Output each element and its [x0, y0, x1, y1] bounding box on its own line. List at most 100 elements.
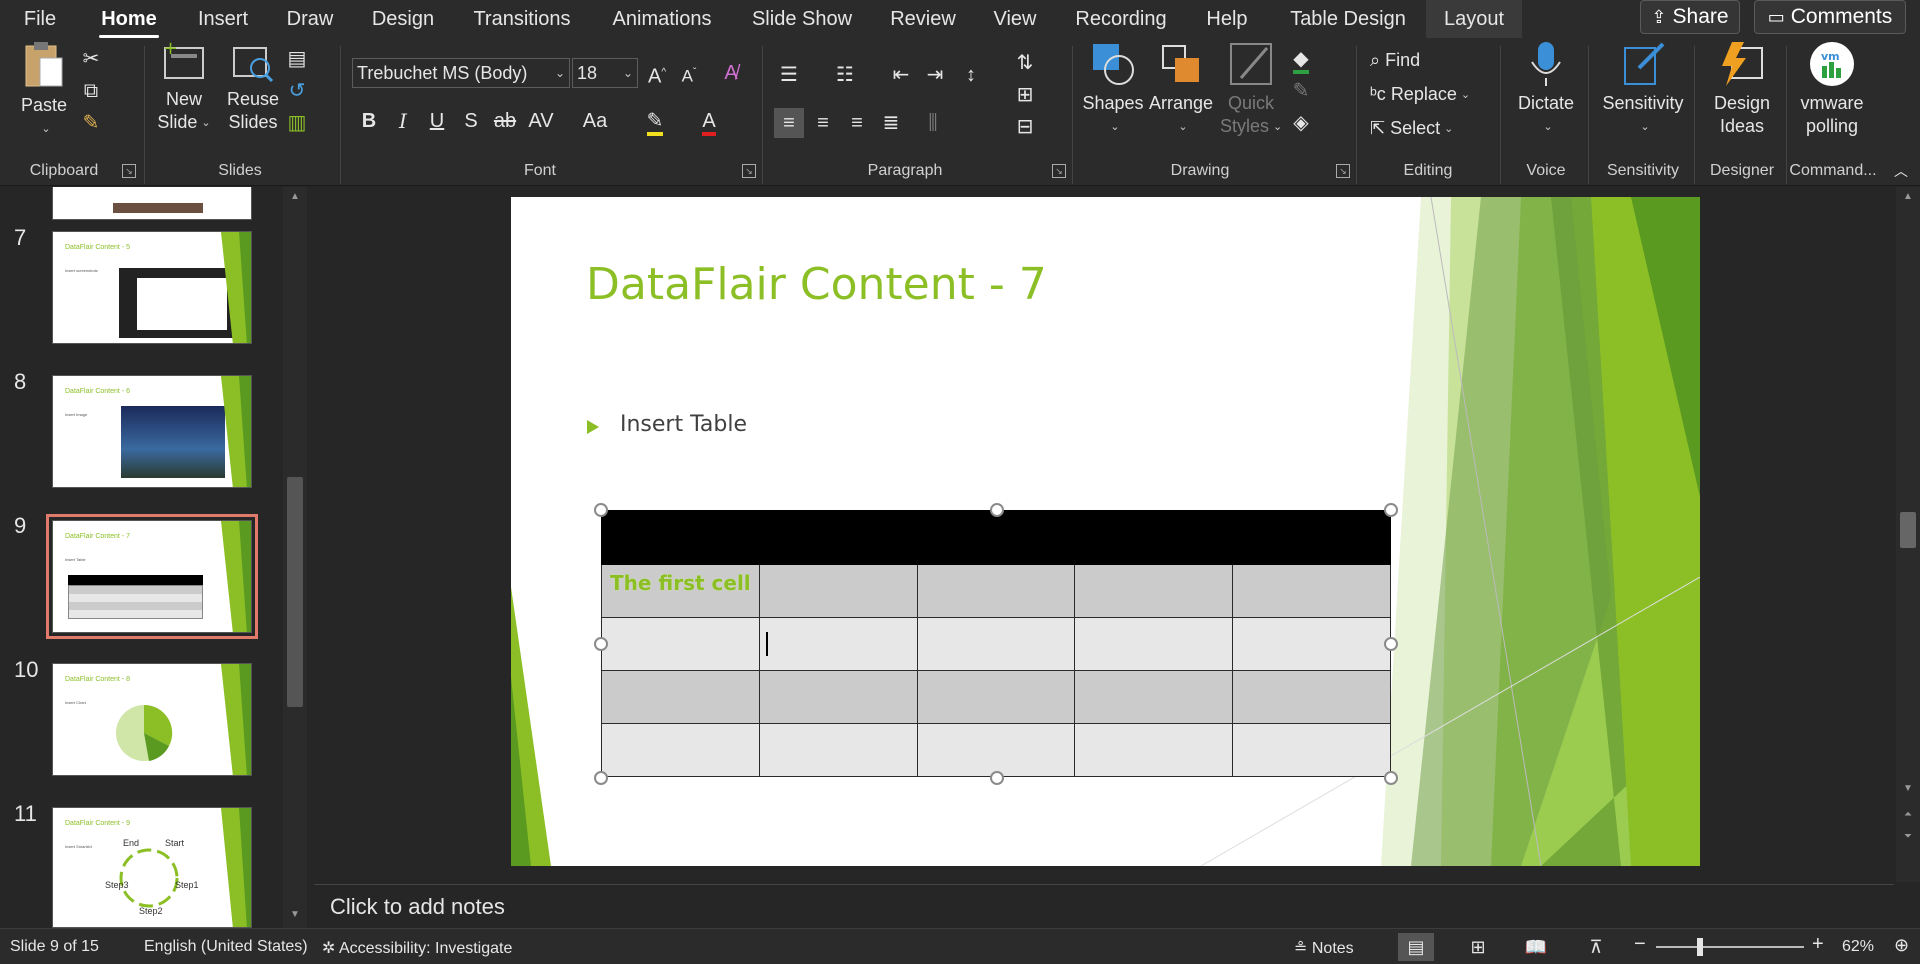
- table-cell[interactable]: [601, 617, 760, 671]
- table-cell[interactable]: [758, 723, 918, 777]
- dictate-button[interactable]: Dictate ⌄: [1508, 40, 1584, 139]
- table-cell[interactable]: [1232, 617, 1391, 671]
- notes-toggle-button[interactable]: ≗ Notes: [1294, 938, 1354, 958]
- bullets-icon[interactable]: ☰: [774, 60, 804, 90]
- text-direction-icon[interactable]: ⇅: [1010, 48, 1040, 78]
- reset-icon[interactable]: ↺: [282, 76, 312, 106]
- find-button[interactable]: ⌕ Find: [1370, 46, 1420, 74]
- table-cell[interactable]: [916, 510, 1076, 565]
- resize-handle[interactable]: [1384, 771, 1398, 785]
- resize-handle[interactable]: [990, 771, 1004, 785]
- slide-thumbnail-9[interactable]: DataFlair Content - 7 Insert Table: [46, 514, 258, 639]
- table-cell[interactable]: [601, 723, 760, 777]
- new-slide-button[interactable]: + New Slide ⌄: [152, 40, 216, 135]
- tab-animations[interactable]: Animations: [604, 0, 720, 38]
- table-cell[interactable]: [1074, 670, 1234, 724]
- arrange-button[interactable]: Arrange ⌄: [1148, 40, 1214, 139]
- tab-home[interactable]: Home: [92, 0, 166, 38]
- character-spacing-icon[interactable]: AV: [526, 106, 556, 136]
- table-cell[interactable]: [916, 617, 1076, 671]
- resize-handle[interactable]: [1384, 637, 1398, 651]
- slide-thumbnail[interactable]: [52, 187, 252, 220]
- format-painter-icon[interactable]: ✎: [76, 108, 106, 138]
- slide-bullet-text[interactable]: Insert Table: [620, 412, 747, 437]
- slide-thumbnail-8[interactable]: DataFlair Content - 6 Insert Image: [52, 375, 252, 488]
- table-row[interactable]: [601, 723, 1391, 777]
- table-cell[interactable]: [758, 510, 918, 565]
- slide-title[interactable]: DataFlair Content - 7: [586, 259, 1047, 310]
- tab-file[interactable]: File: [14, 0, 66, 38]
- justify-icon[interactable]: ≣: [876, 108, 906, 138]
- table-cell[interactable]: [601, 670, 760, 724]
- numbering-icon[interactable]: ☷: [830, 60, 860, 90]
- underline-icon[interactable]: U: [422, 106, 452, 136]
- table-row[interactable]: The first cell: [601, 564, 1391, 618]
- table-cell[interactable]: [1232, 564, 1391, 618]
- align-center-icon[interactable]: ≡: [808, 108, 838, 138]
- tab-design[interactable]: Design: [360, 0, 446, 38]
- decrease-font-icon[interactable]: Aˇ: [674, 58, 704, 88]
- paste-button[interactable]: Paste ⌄: [14, 40, 74, 141]
- tab-table-design[interactable]: Table Design: [1286, 0, 1410, 38]
- tab-draw[interactable]: Draw: [280, 0, 340, 38]
- zoom-level[interactable]: 62%: [1842, 938, 1874, 956]
- tab-insert[interactable]: Insert: [188, 0, 258, 38]
- smartart-icon[interactable]: ⊟: [1010, 112, 1040, 142]
- slide-sorter-icon[interactable]: ⊞: [1460, 933, 1496, 961]
- table-cell[interactable]: [758, 564, 918, 618]
- tab-layout[interactable]: Layout: [1426, 0, 1522, 38]
- accessibility-button[interactable]: ✲ Accessibility: Investigate: [322, 938, 512, 958]
- sensitivity-button[interactable]: Sensitivity ⌄: [1598, 40, 1688, 139]
- font-size-combo[interactable]: 18 ⌄: [572, 58, 638, 88]
- notes-placeholder[interactable]: Click to add notes: [330, 894, 505, 920]
- resize-handle[interactable]: [990, 503, 1004, 517]
- italic-icon[interactable]: I: [388, 106, 418, 136]
- table-cell[interactable]: [601, 510, 760, 565]
- replace-button[interactable]: ᵇc Replace ⌄: [1370, 80, 1470, 108]
- table-cell[interactable]: [1232, 723, 1391, 777]
- copy-icon[interactable]: ⧉: [76, 76, 106, 106]
- table-cell[interactable]: [1074, 617, 1234, 671]
- table-cell[interactable]: [1074, 723, 1234, 777]
- dialog-launcher-icon[interactable]: ↘: [742, 164, 756, 178]
- table-cell[interactable]: [1232, 670, 1391, 724]
- section-icon[interactable]: ▥: [282, 108, 312, 138]
- previous-slide-icon[interactable]: ⏶: [1900, 809, 1916, 823]
- scrollbar-thumb[interactable]: [1900, 512, 1916, 548]
- reading-view-icon[interactable]: 📖: [1518, 933, 1554, 961]
- zoom-in-icon[interactable]: +: [1812, 933, 1824, 956]
- resize-handle[interactable]: [1384, 503, 1398, 517]
- tab-slide-show[interactable]: Slide Show: [746, 0, 858, 38]
- text-shadow-icon[interactable]: S: [456, 106, 486, 136]
- table-cell[interactable]: [916, 564, 1076, 618]
- slide-table[interactable]: The first cell: [601, 510, 1391, 777]
- align-right-icon[interactable]: ≡: [842, 108, 872, 138]
- decrease-indent-icon[interactable]: ⇤: [886, 60, 916, 90]
- increase-indent-icon[interactable]: ⇥: [920, 60, 950, 90]
- design-ideas-button[interactable]: Design Ideas: [1700, 40, 1784, 138]
- table-row[interactable]: [601, 670, 1391, 724]
- scroll-up-icon[interactable]: ▲: [1900, 191, 1916, 205]
- layout-icon[interactable]: ▤: [282, 44, 312, 74]
- collapse-ribbon-icon[interactable]: ︿: [1886, 156, 1916, 186]
- language-indicator[interactable]: English (United States): [144, 938, 308, 956]
- scrollbar-thumb[interactable]: [287, 477, 303, 707]
- tab-recording[interactable]: Recording: [1066, 0, 1176, 38]
- scroll-down-icon[interactable]: ▼: [287, 909, 303, 923]
- align-left-icon[interactable]: ≡: [774, 108, 804, 138]
- table-cell-first[interactable]: The first cell: [601, 564, 760, 618]
- font-color-icon[interactable]: A: [694, 106, 724, 136]
- shape-effects-icon[interactable]: ◈: [1286, 108, 1316, 138]
- slide-thumbnail-7[interactable]: DataFlair Content - 5 Insert screenshots: [52, 231, 252, 344]
- next-slide-icon[interactable]: ⏷: [1900, 831, 1916, 845]
- reuse-slides-button[interactable]: Reuse Slides: [220, 40, 286, 134]
- increase-font-icon[interactable]: A^: [642, 58, 672, 88]
- dialog-launcher-icon[interactable]: ↘: [1052, 164, 1066, 178]
- line-spacing-icon[interactable]: ↕: [956, 60, 986, 90]
- share-button[interactable]: ⇪ Share: [1640, 0, 1740, 34]
- dialog-launcher-icon[interactable]: ↘: [122, 164, 136, 178]
- slide-thumbnail-11[interactable]: DataFlair Content - 9 Insert SmartArt En…: [52, 807, 252, 928]
- comments-button[interactable]: ▭ Comments: [1754, 0, 1906, 34]
- zoom-slider-thumb[interactable]: [1697, 938, 1703, 956]
- fit-to-window-icon[interactable]: ⊕: [1894, 935, 1909, 956]
